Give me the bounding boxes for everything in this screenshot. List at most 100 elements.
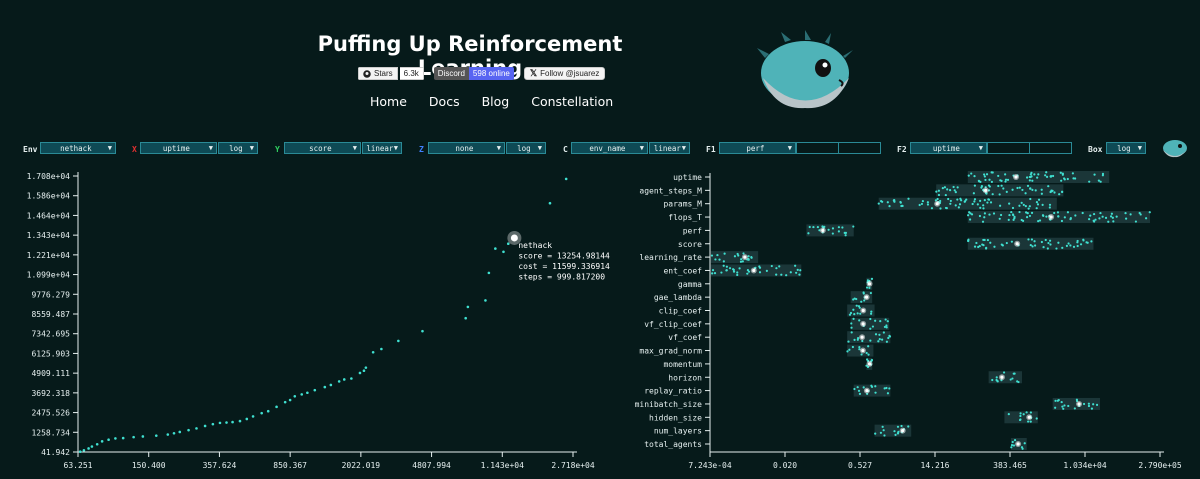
scatter-chart[interactable]: 41.942 1258.734 2475.526 3692.318 4909.111 61… bbox=[0, 160, 610, 479]
box-point bbox=[877, 340, 880, 343]
box-point bbox=[853, 387, 856, 391]
chevron-down-icon: ▼ bbox=[496, 144, 501, 152]
z-scale-select[interactable]: log ▼ bbox=[506, 142, 546, 154]
box-point bbox=[973, 198, 977, 201]
box-point bbox=[778, 265, 781, 268]
box-point bbox=[796, 268, 799, 271]
nav-docs-link[interactable]: Docs bbox=[429, 94, 460, 109]
data-point bbox=[306, 391, 309, 395]
f2-max-input[interactable] bbox=[1029, 142, 1072, 154]
y-metric-select[interactable]: score ▼ bbox=[284, 142, 361, 154]
box-point bbox=[1000, 184, 1003, 187]
box-point bbox=[997, 184, 1000, 188]
y-scale-select[interactable]: linear ▼ bbox=[362, 142, 402, 154]
box-point bbox=[1010, 446, 1013, 449]
box-point bbox=[1044, 174, 1047, 177]
x-tick-label: 1.143e+04 bbox=[481, 461, 525, 470]
x-metric-select[interactable]: uptime ▼ bbox=[140, 142, 217, 154]
box-point bbox=[1087, 402, 1090, 405]
nav-constellation-link[interactable]: Constellation bbox=[531, 94, 613, 109]
box-point bbox=[969, 212, 972, 215]
x-tick-label: 2.718e+04 bbox=[551, 461, 595, 470]
box-point bbox=[954, 191, 957, 194]
highlighted-point bbox=[860, 335, 864, 339]
chevron-down-icon: ▼ bbox=[393, 144, 398, 152]
box-point bbox=[956, 186, 959, 189]
data-point bbox=[211, 422, 215, 426]
box-point bbox=[886, 392, 890, 395]
f2-min-input[interactable] bbox=[987, 142, 1030, 154]
box-point bbox=[874, 432, 877, 435]
box-point bbox=[1074, 214, 1077, 217]
box-point bbox=[1024, 192, 1027, 195]
data-point bbox=[484, 299, 487, 302]
box-point bbox=[983, 212, 987, 215]
box-point bbox=[921, 200, 924, 203]
discord-label: Discord bbox=[433, 67, 469, 80]
box-point bbox=[1020, 201, 1023, 204]
box-point bbox=[1060, 179, 1063, 182]
box-point bbox=[988, 178, 991, 181]
highlighted-point bbox=[864, 295, 869, 299]
box-point bbox=[1073, 407, 1076, 410]
f2-metric-select[interactable]: uptime ▼ bbox=[910, 142, 987, 154]
chevron-down-icon: ▼ bbox=[249, 144, 254, 152]
box-point bbox=[732, 270, 736, 273]
box-point bbox=[1020, 446, 1024, 449]
box-point bbox=[1040, 188, 1043, 191]
nav-blog-link[interactable]: Blog bbox=[482, 94, 510, 109]
box-point bbox=[1063, 404, 1066, 407]
box-point bbox=[1035, 417, 1038, 420]
c-scale-select[interactable]: linear ▼ bbox=[649, 142, 690, 154]
box-point bbox=[1007, 413, 1010, 416]
data-point bbox=[494, 247, 497, 250]
category-label: gae_lambda bbox=[654, 293, 702, 302]
data-point bbox=[178, 430, 182, 434]
z-metric-select[interactable]: none ▼ bbox=[428, 142, 505, 154]
highlighted-point bbox=[1027, 415, 1031, 419]
box-point bbox=[1081, 211, 1084, 215]
category-label: flops_T bbox=[668, 213, 702, 222]
box-point bbox=[1021, 188, 1024, 192]
box-point bbox=[1004, 178, 1008, 181]
category-label: vf_coef bbox=[668, 333, 702, 342]
box-point bbox=[780, 273, 783, 276]
x-follow-badge[interactable]: 𝕏 Follow @jsuarez bbox=[523, 67, 606, 80]
box-point bbox=[1028, 179, 1031, 182]
data-point bbox=[245, 417, 249, 421]
box-point bbox=[972, 192, 975, 195]
box-point bbox=[1092, 403, 1095, 406]
box-plot-chart[interactable]: 7.243e-04 0.020 0.527 14.216 383.465 1.034e+0… bbox=[610, 160, 1200, 479]
f1-metric-select[interactable]: perf ▼ bbox=[719, 142, 796, 154]
box-point bbox=[870, 277, 874, 280]
highlighted-point bbox=[1014, 175, 1018, 179]
box-point bbox=[798, 273, 801, 276]
f1-min-input[interactable] bbox=[796, 142, 839, 154]
box-point bbox=[1037, 198, 1041, 201]
env-select[interactable]: nethack ▼ bbox=[40, 142, 116, 154]
chevron-down-icon: ▼ bbox=[208, 144, 213, 152]
nav-home-link[interactable]: Home bbox=[370, 94, 407, 109]
c-metric-select[interactable]: env_name ▼ bbox=[571, 142, 648, 154]
box-point bbox=[900, 424, 903, 428]
github-stars-badge[interactable]: Stars 6.3k bbox=[358, 67, 424, 80]
box-point bbox=[1027, 420, 1030, 423]
box-point bbox=[956, 198, 959, 201]
box-point bbox=[1098, 217, 1101, 220]
chevron-down-icon: ▼ bbox=[639, 144, 644, 152]
x-scale-select[interactable]: log ▼ bbox=[218, 142, 258, 154]
box-point bbox=[882, 429, 885, 432]
f1-max-input[interactable] bbox=[838, 142, 881, 154]
box-scale-select[interactable]: log ▼ bbox=[1106, 142, 1146, 154]
box-point bbox=[973, 184, 976, 187]
z-axis-label: Z bbox=[419, 145, 424, 154]
data-point bbox=[172, 431, 176, 435]
discord-online-count: 598 online bbox=[468, 67, 514, 80]
y-tick-label: 1.708e+04 bbox=[27, 172, 71, 181]
discord-badge[interactable]: Discord 598 online bbox=[433, 67, 514, 80]
highlighted-point bbox=[743, 255, 747, 259]
box-point bbox=[1027, 238, 1030, 241]
data-point bbox=[502, 250, 505, 254]
box-point bbox=[975, 241, 978, 245]
box-point bbox=[1034, 189, 1037, 192]
